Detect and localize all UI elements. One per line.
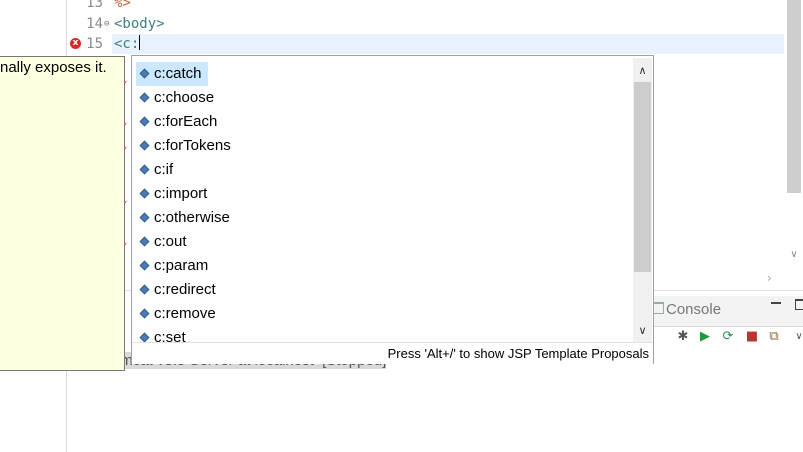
- proposal-item[interactable]: c:remove: [136, 302, 222, 326]
- tag-icon: [139, 92, 150, 103]
- tag-icon: [139, 116, 150, 127]
- text-caret: [139, 35, 141, 50]
- line-number: 14: [86, 16, 103, 32]
- current-line-highlight: [112, 34, 784, 54]
- code-text: %>: [114, 0, 131, 11]
- proposal-item[interactable]: c:if: [136, 158, 179, 182]
- view-menu-icon[interactable]: ∨: [792, 330, 803, 344]
- proposal-label: c:forEach: [154, 113, 218, 130]
- chevron-down-icon[interactable]: ∨: [787, 249, 801, 263]
- proposal-item[interactable]: c:forEach: [136, 110, 223, 134]
- tag-icon: [139, 188, 150, 199]
- maximize-icon[interactable]: [795, 299, 803, 310]
- tag-icon: [139, 236, 150, 247]
- proposal-label: c:forTokens: [154, 137, 231, 154]
- proposal-label: c:catch: [154, 65, 202, 82]
- editor-scroll-thumb[interactable]: [787, 0, 801, 193]
- proposal-item[interactable]: c:choose: [136, 86, 220, 110]
- tag-icon: [139, 284, 150, 295]
- autocomplete-popup[interactable]: c:catch c:choose c:forEach c:forTokens c…: [131, 55, 654, 364]
- proposal-label: c:out: [154, 233, 187, 250]
- proposal-item[interactable]: c:forTokens: [136, 134, 237, 158]
- proposal-label: c:import: [154, 185, 208, 202]
- proposal-label: c:param: [154, 257, 209, 274]
- code-text: <c:: [114, 34, 141, 54]
- tag-icon: [139, 332, 150, 343]
- tag-icon: [139, 140, 150, 151]
- hover-tooltip: nally exposes it.: [0, 56, 125, 371]
- line-number: 15: [86, 36, 103, 52]
- proposal-item[interactable]: c:otherwise: [136, 206, 236, 230]
- tag-icon: [139, 308, 150, 319]
- chevron-up-icon[interactable]: ∧: [633, 64, 652, 80]
- tag-icon: [139, 68, 150, 79]
- tab-strip-border: [640, 326, 803, 327]
- tag-icon: [139, 260, 150, 271]
- proposal-item[interactable]: c:out: [136, 230, 193, 254]
- profile-icon[interactable]: ⟳: [721, 330, 735, 344]
- proposal-label: c:otherwise: [154, 209, 230, 226]
- proposal-label: c:choose: [154, 89, 215, 106]
- chevron-down-icon[interactable]: ∨: [633, 324, 652, 340]
- stop-icon[interactable]: ■: [745, 330, 759, 344]
- run-icon[interactable]: ▶: [698, 330, 712, 344]
- proposal-scroll-thumb[interactable]: [634, 82, 651, 272]
- tag-icon: [139, 164, 150, 175]
- tab-console-label: Console: [666, 301, 722, 318]
- proposal-status-bar: Press 'Alt+/' to show JSP Template Propo…: [132, 342, 653, 364]
- proposal-label: c:if: [154, 161, 174, 178]
- proposal-label: c:remove: [154, 305, 216, 322]
- code-text: <body>: [114, 16, 165, 32]
- line-number: 13: [86, 0, 103, 11]
- tooltip-text: nally exposes it.: [0, 59, 107, 76]
- publish-icon[interactable]: ⧉: [767, 330, 781, 344]
- proposal-item[interactable]: c:param: [136, 254, 214, 278]
- code-text-value: <c:: [114, 36, 140, 52]
- chevron-right-icon[interactable]: ›: [767, 271, 781, 285]
- tab-console[interactable]: Console: [652, 301, 721, 318]
- proposal-item[interactable]: c:import: [136, 182, 213, 206]
- proposal-label: c:redirect: [154, 281, 216, 298]
- minimize-icon[interactable]: [771, 302, 781, 304]
- fold-collapse-icon[interactable]: ⊖: [104, 14, 109, 34]
- proposal-item[interactable]: c:redirect: [136, 278, 222, 302]
- debug-icon[interactable]: ✱: [676, 330, 690, 344]
- proposal-item[interactable]: c:catch: [136, 62, 208, 86]
- tag-icon: [139, 212, 150, 223]
- proposal-hint: Press 'Alt+/' to show JSP Template Propo…: [387, 346, 649, 361]
